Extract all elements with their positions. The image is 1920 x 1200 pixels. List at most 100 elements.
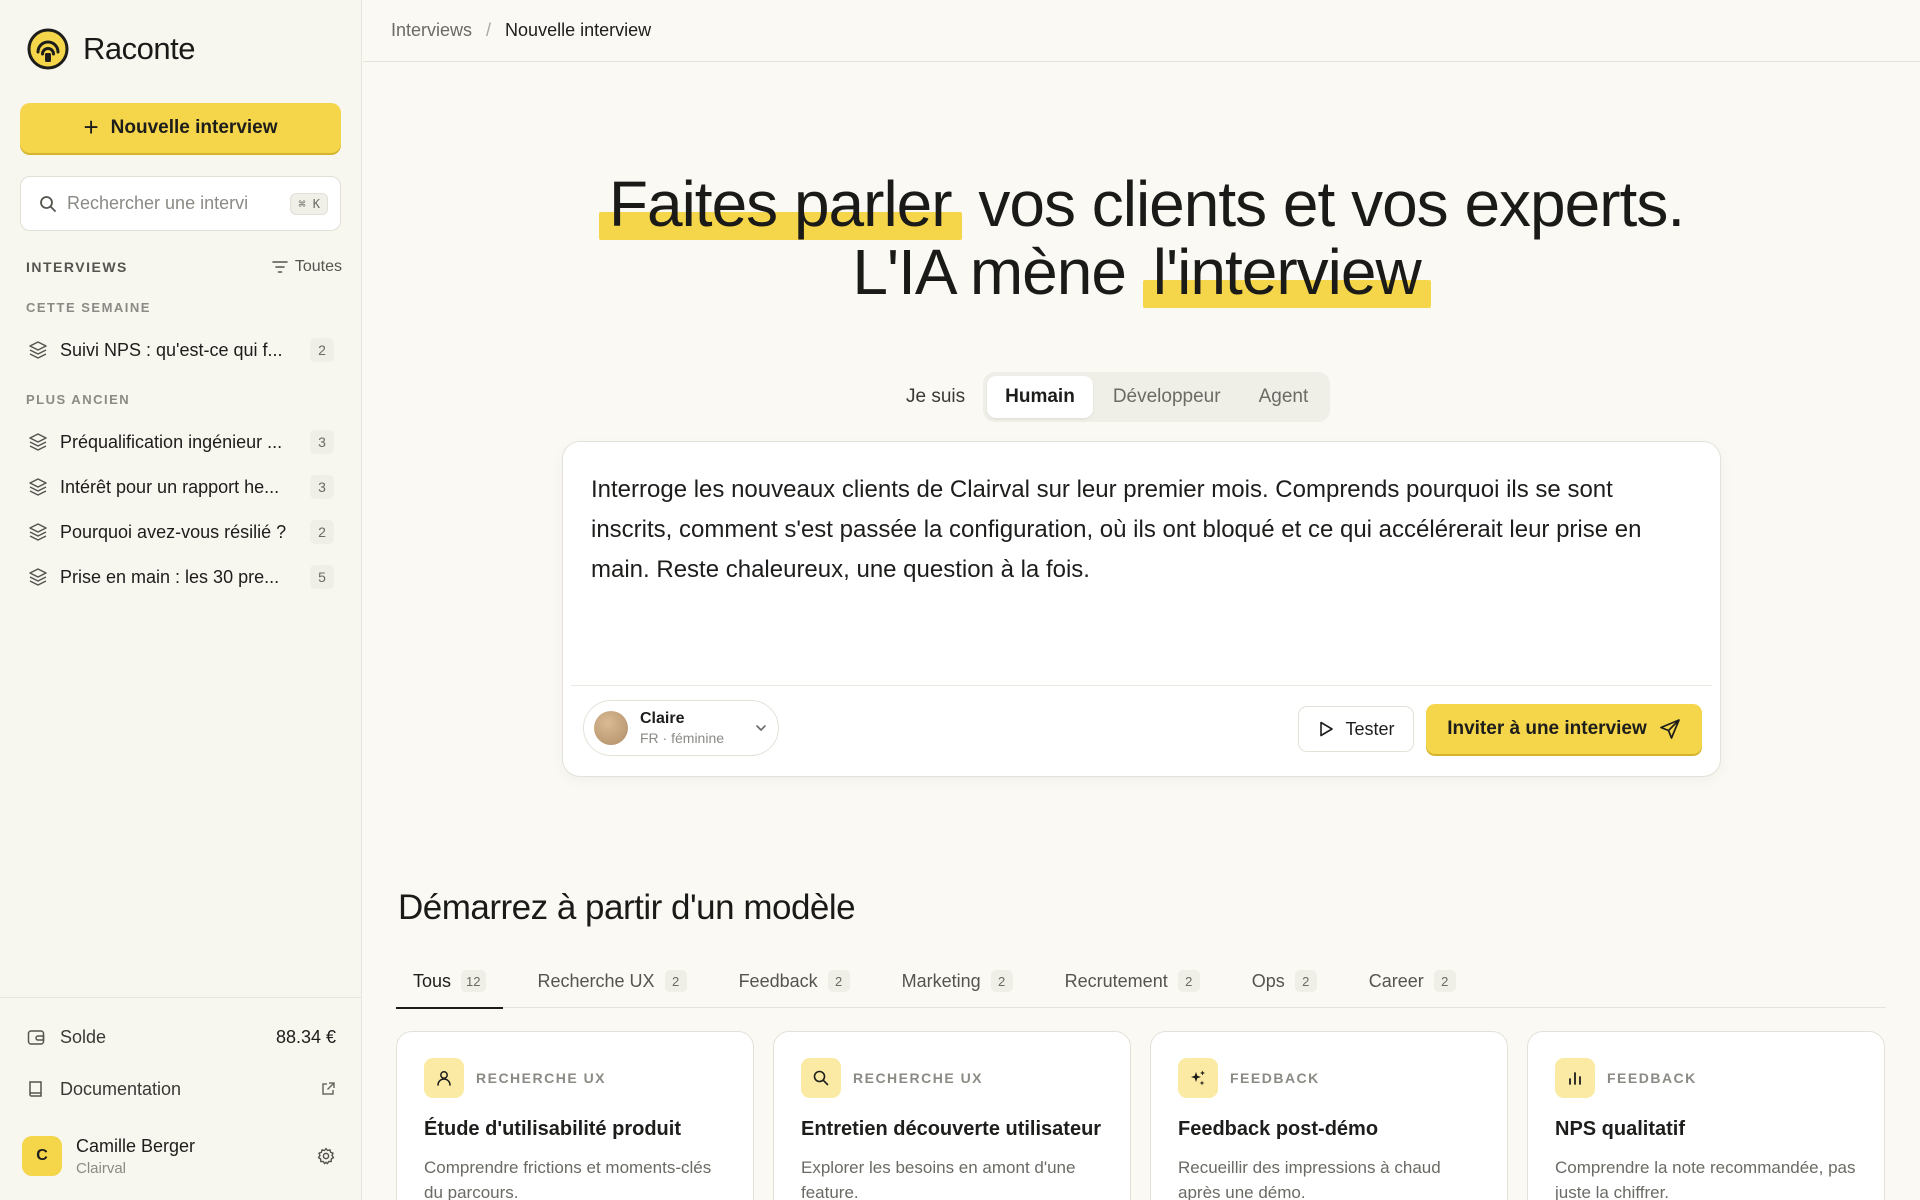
card-title: NPS qualitatif [1555, 1118, 1686, 1140]
template-card[interactable]: FEEDBACK Feedback post-démo Recueillir d… [1150, 1031, 1508, 1200]
group-label-this-week: CETTE SEMAINE [26, 300, 151, 315]
wallet-icon [27, 1030, 45, 1045]
gear-icon[interactable] [316, 1146, 336, 1166]
brand-name: Raconte [83, 31, 195, 66]
search-icon [813, 1070, 829, 1086]
invite-button[interactable]: Inviter à une interview [1426, 704, 1702, 754]
tab-label: Recherche UX [537, 970, 655, 991]
card-category-label: RECHERCHE UX [853, 1070, 984, 1086]
card-icon-wrap [1555, 1058, 1595, 1098]
tab-marketing[interactable]: Marketing 2 [885, 955, 1030, 1008]
template-category-tabs: Tous 12 Recherche UX 2 Feedback 2 Market… [396, 955, 1886, 1009]
layers-icon [29, 433, 47, 451]
sidebar-item-interview[interactable]: Pourquoi avez-vous résilié ? 2 [20, 512, 342, 552]
tab-count: 2 [827, 970, 850, 992]
tab-label: Feedback [738, 970, 818, 991]
send-icon [1659, 719, 1680, 739]
balance-label: Solde [60, 1026, 107, 1047]
tab-label: Ops [1251, 970, 1285, 991]
play-icon [1320, 721, 1334, 737]
user-profile[interactable]: C Camille Berger Clairval [22, 1128, 336, 1184]
role-label: Je suis [906, 386, 966, 407]
sidebar-item-interview[interactable]: Prise en main : les 30 pre... 5 [20, 557, 342, 597]
sparkles-icon [1191, 1070, 1205, 1086]
test-button[interactable]: Tester [1298, 706, 1414, 752]
card-description: Comprendre frictions et moments-clés du … [424, 1158, 712, 1200]
tab-count: 12 [461, 970, 486, 992]
sidebar-item-label: Pourquoi avez-vous résilié ? [60, 521, 287, 542]
card-category-label: FEEDBACK [1230, 1070, 1320, 1086]
layers-icon [29, 478, 47, 496]
role-option-agent[interactable]: Agent [1241, 376, 1327, 418]
breadcrumb-interviews[interactable]: Interviews [391, 20, 472, 41]
card-icon-wrap [801, 1058, 841, 1098]
search-input[interactable] [67, 193, 277, 214]
template-card[interactable]: RECHERCHE UX Étude d'utilisabilité produ… [396, 1031, 754, 1200]
card-category: FEEDBACK [1178, 1058, 1480, 1098]
role-option-developer[interactable]: Développeur [1095, 376, 1239, 418]
sidebar-item-interview[interactable]: Préqualification ingénieur ... 3 [20, 422, 342, 462]
hero-line-2: L'IA mène l'interview [363, 236, 1920, 308]
template-card[interactable]: FEEDBACK NPS qualitatif Comprendre la no… [1527, 1031, 1885, 1200]
tab-feedback[interactable]: Feedback 2 [722, 955, 867, 1008]
tab-count: 2 [1294, 970, 1317, 992]
raconte-logo-icon [27, 28, 69, 70]
user-info: Camille Berger Clairval [76, 1136, 195, 1177]
tab-count: 2 [990, 970, 1013, 992]
new-interview-button[interactable]: + Nouvelle interview [20, 103, 341, 153]
bar-chart-icon [1569, 1072, 1581, 1085]
card-title: Étude d'utilisabilité produit [424, 1118, 681, 1140]
breadcrumb-separator: / [486, 20, 492, 40]
hero-highlight-1: Faites parler [598, 170, 962, 240]
tab-count: 2 [1177, 970, 1200, 992]
voice-selector[interactable]: Claire FR · féminine [583, 700, 779, 756]
tab-career[interactable]: Career 2 [1352, 955, 1473, 1008]
sidebar-item-count: 3 [310, 430, 334, 454]
templates-title: Démarrez à partir d'un modèle [398, 888, 856, 927]
brand[interactable]: Raconte [27, 28, 195, 70]
sidebar-item-count: 2 [310, 338, 334, 362]
sidebar: Raconte + Nouvelle interview ⌘ K INTERVI… [0, 0, 362, 1200]
filter-button[interactable]: Toutes [272, 258, 342, 276]
card-description: Explorer les besoins en amont d'une feat… [801, 1158, 1076, 1200]
interviews-section-header: INTERVIEWS Toutes [26, 258, 342, 276]
voice-avatar [594, 711, 628, 745]
hero-text-2: L'IA mène [852, 236, 1127, 308]
template-cards: RECHERCHE UX Étude d'utilisabilité produ… [396, 1031, 1885, 1200]
hero-title: Faites parler vos clients et vos experts… [363, 170, 1920, 308]
tab-count: 2 [1433, 970, 1456, 992]
tab-ops[interactable]: Ops 2 [1235, 955, 1334, 1008]
card-description: Comprendre la note recommandée, pas just… [1555, 1158, 1856, 1200]
voice-details: FR · féminine [640, 730, 725, 746]
hero-highlight-2: l'interview [1142, 238, 1431, 308]
external-link-icon [322, 1082, 335, 1095]
interview-composer: Interroge les nouveaux clients de Clairv… [562, 441, 1721, 777]
test-button-label: Tester [1345, 718, 1395, 739]
sidebar-item-interview[interactable]: Intérêt pour un rapport he... 3 [20, 467, 342, 507]
tab-ux-research[interactable]: Recherche UX 2 [521, 955, 704, 1008]
card-icon-wrap [1178, 1058, 1218, 1098]
balance-value: 88.34 € [275, 1026, 336, 1047]
card-category: RECHERCHE UX [801, 1058, 1103, 1098]
tab-all[interactable]: Tous 12 [396, 955, 503, 1009]
tab-recruitment[interactable]: Recrutement 2 [1048, 955, 1217, 1008]
tab-count: 2 [664, 970, 687, 992]
sidebar-item-interview[interactable]: Suivi NPS : qu'est-ce qui f... 2 [20, 330, 342, 370]
interview-prompt-input[interactable]: Interroge les nouveaux clients de Clairv… [591, 470, 1691, 670]
role-segmented-control: Humain Développeur Agent [983, 372, 1331, 422]
chevron-down-icon [756, 725, 766, 731]
sidebar-item-count: 5 [310, 565, 334, 589]
avatar: C [22, 1136, 62, 1176]
tab-label: Tous [413, 970, 452, 991]
card-title: Entretien découverte utilisateur [801, 1118, 1102, 1140]
balance-row[interactable]: Solde 88.34 € [26, 1019, 336, 1055]
card-category-label: RECHERCHE UX [476, 1070, 607, 1086]
group-label-older: PLUS ANCIEN [26, 392, 131, 407]
template-card[interactable]: RECHERCHE UX Entretien découverte utilis… [773, 1031, 1131, 1200]
layers-icon [29, 568, 47, 586]
search-icon [40, 195, 56, 212]
tab-label: Marketing [901, 970, 981, 991]
role-option-human[interactable]: Humain [987, 376, 1093, 418]
search-box: ⌘ K [20, 176, 341, 231]
documentation-link[interactable]: Documentation [26, 1071, 336, 1107]
